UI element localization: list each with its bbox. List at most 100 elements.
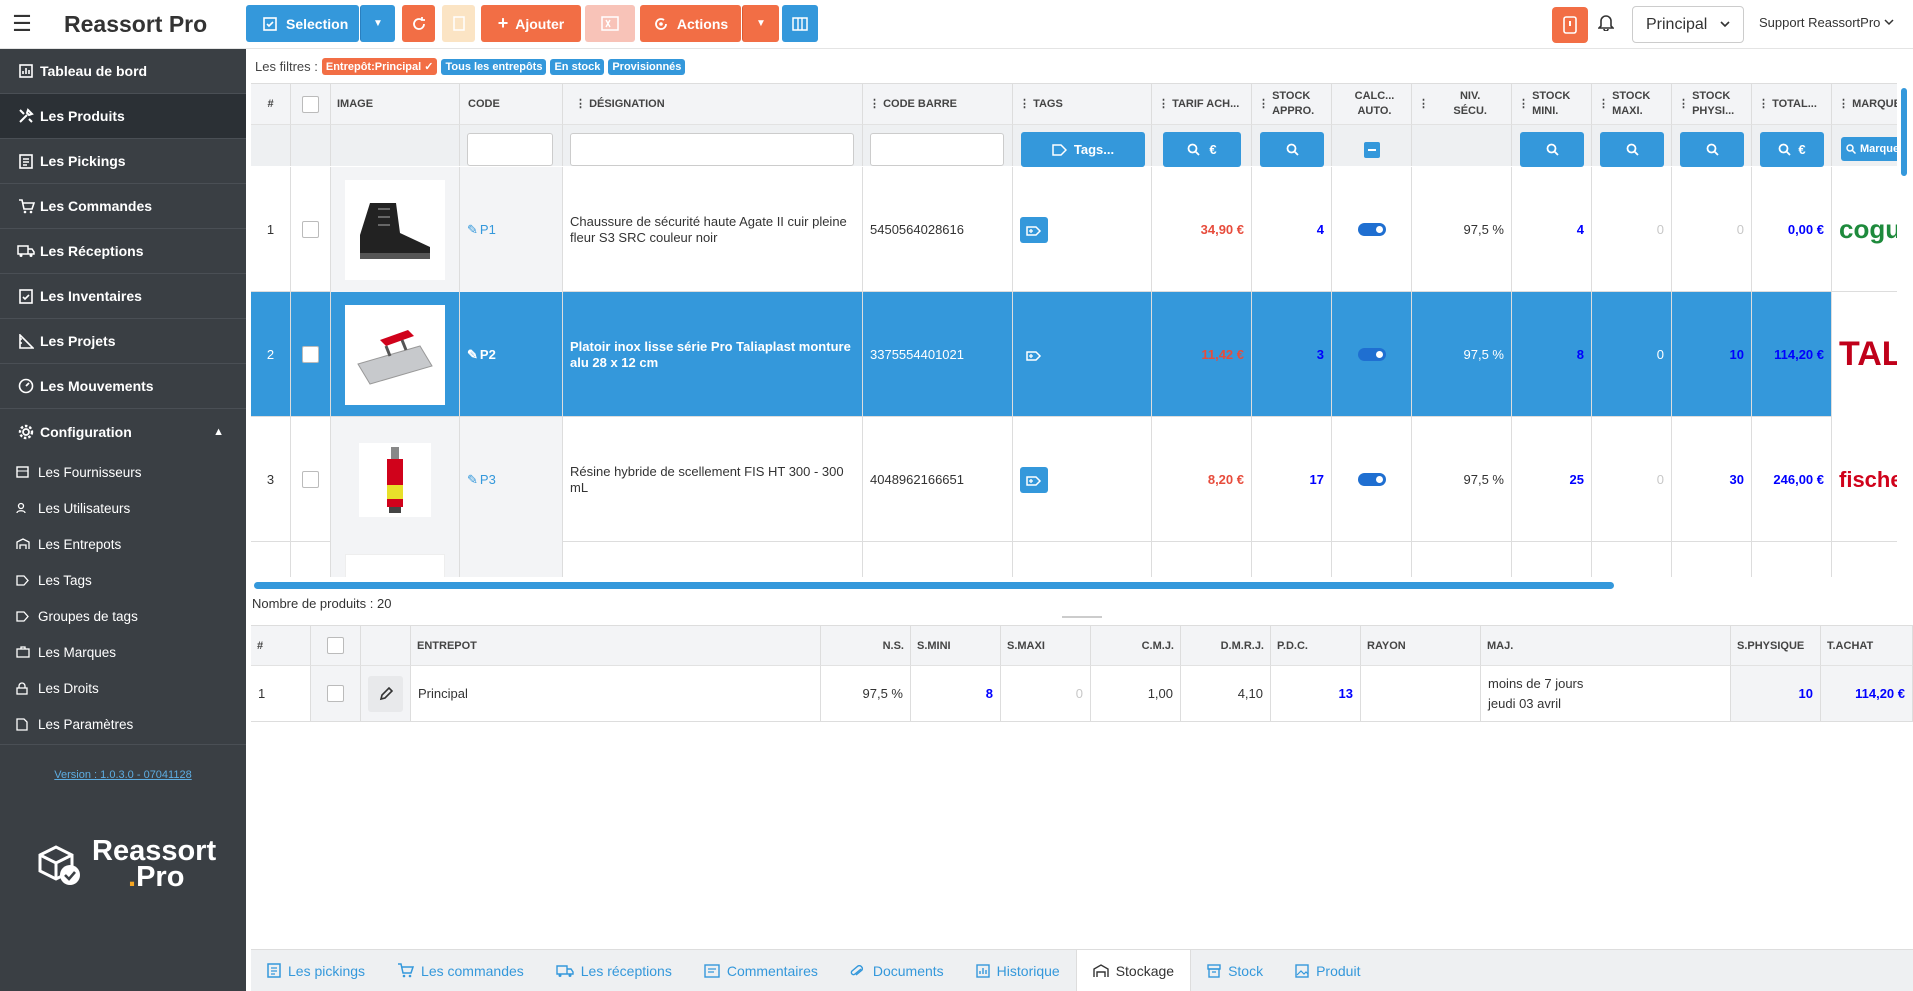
- table-row[interactable]: 3 ✎ P3 Résine hybride de scellement FIS H…: [251, 417, 1897, 542]
- sidebar-subitem-users[interactable]: Les Utilisateurs: [0, 490, 246, 526]
- product-code-link[interactable]: ✎ P1: [460, 167, 563, 292]
- header-stock-appro[interactable]: ⋮ STOCK APPRO.: [1252, 84, 1332, 125]
- vertical-scrollbar[interactable]: [1901, 88, 1907, 176]
- select-all-checkbox[interactable]: [302, 95, 319, 113]
- header-marque[interactable]: ⋮ MARQUE: [1832, 84, 1897, 125]
- barcode-filter-input[interactable]: [870, 133, 1004, 166]
- menu-icon[interactable]: ☰: [0, 11, 44, 37]
- calc-auto-toggle[interactable]: [1357, 348, 1386, 361]
- row-checkbox[interactable]: [302, 346, 319, 363]
- tab-commandes[interactable]: Les commandes: [381, 950, 540, 991]
- actions-dropdown-button[interactable]: ▼: [742, 5, 779, 42]
- sidebar-subitem-rights[interactable]: Les Droits: [0, 670, 246, 706]
- header-select-all[interactable]: [291, 84, 331, 125]
- designation-filter-input[interactable]: [570, 133, 854, 166]
- sidebar-item-inventories[interactable]: Les Inventaires: [0, 274, 246, 319]
- warehouse-select[interactable]: Principal: [1632, 6, 1744, 43]
- sidebar-item-movements[interactable]: Les Mouvements: [0, 364, 246, 409]
- header-tags[interactable]: ⋮ TAGS: [1013, 84, 1152, 125]
- tarif-filter-button[interactable]: €: [1163, 132, 1241, 167]
- tab-historique[interactable]: Historique: [960, 950, 1076, 991]
- brand-logo-coguar: coguar: [1832, 167, 1897, 292]
- filter-chip-all-warehouses[interactable]: Tous les entrepôts: [441, 58, 547, 75]
- header-total[interactable]: ⋮ TOTAL...: [1752, 84, 1832, 125]
- filter-bar: Les filtres : Entrepôt:Principal ✓ Tous …: [255, 58, 686, 75]
- sidebar-subitem-tag-groups[interactable]: Groupes de tags: [0, 598, 246, 634]
- header-barcode[interactable]: ⋮ CODE BARRE: [863, 84, 1013, 125]
- actions-button[interactable]: Actions: [640, 5, 741, 42]
- chevron-up-icon[interactable]: ▲: [213, 426, 224, 438]
- table-row-selected[interactable]: 2 ✎ P2 Platoir inox lisse série Pro Talia…: [251, 292, 1897, 417]
- code-filter-input[interactable]: [467, 133, 553, 166]
- lower-select-all-checkbox[interactable]: [327, 637, 344, 654]
- sidebar-item-dashboard[interactable]: Tableau de bord: [0, 49, 246, 94]
- tab-stockage[interactable]: Stockage: [1075, 949, 1192, 991]
- sidebar-item-receptions[interactable]: Les Réceptions: [0, 229, 246, 274]
- filter-chip-provisioned[interactable]: Provisionnés: [608, 58, 686, 75]
- sidebar-subitem-tags[interactable]: Les Tags: [0, 562, 246, 598]
- notification-alert-button[interactable]: [1552, 7, 1588, 43]
- tags-filter-button[interactable]: Tags...: [1021, 132, 1145, 167]
- row-checkbox[interactable]: [302, 221, 319, 238]
- row-checkbox[interactable]: [302, 471, 319, 488]
- sidebar-item-projects[interactable]: Les Projets: [0, 319, 246, 364]
- sidebar-item-configuration[interactable]: Configuration ▲: [0, 409, 246, 454]
- lower-header-select[interactable]: [311, 626, 361, 666]
- sidebar-item-products[interactable]: Les Produits: [0, 94, 246, 139]
- header-tarif[interactable]: ⋮ TARIF ACH...: [1152, 84, 1252, 125]
- calc-auto-toggle[interactable]: [1357, 473, 1386, 486]
- user-menu[interactable]: Support ReassortPro: [1759, 15, 1894, 30]
- sidebar-item-orders[interactable]: Les Commandes: [0, 184, 246, 229]
- sidebar-item-pickings[interactable]: Les Pickings: [0, 139, 246, 184]
- header-stock-maxi[interactable]: ⋮ STOCK MAXI.: [1592, 84, 1672, 125]
- tab-stock[interactable]: Stock: [1191, 950, 1279, 991]
- pencil-icon: [379, 686, 393, 700]
- stock-mini-filter-button[interactable]: [1520, 132, 1584, 167]
- refresh-button[interactable]: [402, 5, 435, 42]
- marque-filter-button[interactable]: Marque: [1841, 137, 1897, 161]
- table-row[interactable]: [251, 542, 1897, 577]
- stock-maxi-cell: 0: [1592, 417, 1672, 542]
- calc-auto-filter-checkbox[interactable]: [1364, 142, 1380, 158]
- excel-export-button[interactable]: [585, 5, 635, 42]
- tab-documents[interactable]: Documents: [834, 950, 960, 991]
- stock-maxi-filter-button[interactable]: [1600, 132, 1664, 167]
- header-code: CODE: [460, 84, 563, 125]
- pane-resize-handle[interactable]: [1062, 616, 1102, 618]
- sidebar-subitem-warehouses[interactable]: Les Entrepots: [0, 526, 246, 562]
- bell-icon[interactable]: [1597, 13, 1615, 34]
- add-tag-button[interactable]: [1020, 341, 1048, 368]
- product-code-link[interactable]: ✎ P2: [460, 292, 563, 417]
- header-stock-physique[interactable]: ⋮ STOCK PHYSI...: [1672, 84, 1752, 125]
- product-code-link[interactable]: ✎ P3: [460, 417, 563, 542]
- calc-auto-toggle[interactable]: [1357, 223, 1386, 236]
- add-button[interactable]: + Ajouter: [481, 5, 581, 42]
- tab-produit[interactable]: Produit: [1279, 950, 1376, 991]
- filter-chip-warehouse[interactable]: Entrepôt:Principal ✓: [321, 58, 438, 75]
- sidebar-subitem-suppliers[interactable]: Les Fournisseurs: [0, 454, 246, 490]
- tab-commentaires[interactable]: Commentaires: [688, 950, 834, 991]
- tab-pickings[interactable]: Les pickings: [251, 950, 381, 991]
- header-niv-secu[interactable]: ⋮ NIV. SÉCU.: [1412, 84, 1512, 125]
- version-link[interactable]: Version : 1.0.3.0 - 07041128: [0, 769, 246, 781]
- edit-storage-button[interactable]: [368, 675, 403, 712]
- tab-receptions[interactable]: Les réceptions: [540, 950, 688, 991]
- stock-physique-filter-button[interactable]: [1680, 132, 1744, 167]
- selection-dropdown-button[interactable]: ▼: [360, 5, 395, 42]
- add-tag-button[interactable]: [1020, 216, 1048, 243]
- header-designation[interactable]: ⋮ DÉSIGNATION: [563, 84, 863, 125]
- header-calc-auto[interactable]: CALC... AUTO.: [1332, 84, 1412, 125]
- table-row[interactable]: 1 ✎ P1 Chaussure de sécurité haute Agate …: [251, 167, 1897, 292]
- add-tag-button[interactable]: [1020, 466, 1048, 493]
- columns-button[interactable]: [782, 5, 818, 42]
- sidebar-subitem-brands[interactable]: Les Marques: [0, 634, 246, 670]
- header-stock-mini[interactable]: ⋮ STOCK MINI.: [1512, 84, 1592, 125]
- sidebar-subitem-settings[interactable]: Les Paramètres: [0, 706, 246, 742]
- calculator-button[interactable]: [442, 5, 475, 42]
- selection-button[interactable]: Selection: [246, 5, 359, 42]
- horizontal-scrollbar[interactable]: [254, 582, 1614, 589]
- lower-row-checkbox[interactable]: [327, 685, 344, 702]
- filter-chip-in-stock[interactable]: En stock: [550, 58, 605, 75]
- total-filter-button[interactable]: €: [1760, 132, 1824, 167]
- stock-appro-filter-button[interactable]: [1260, 132, 1324, 167]
